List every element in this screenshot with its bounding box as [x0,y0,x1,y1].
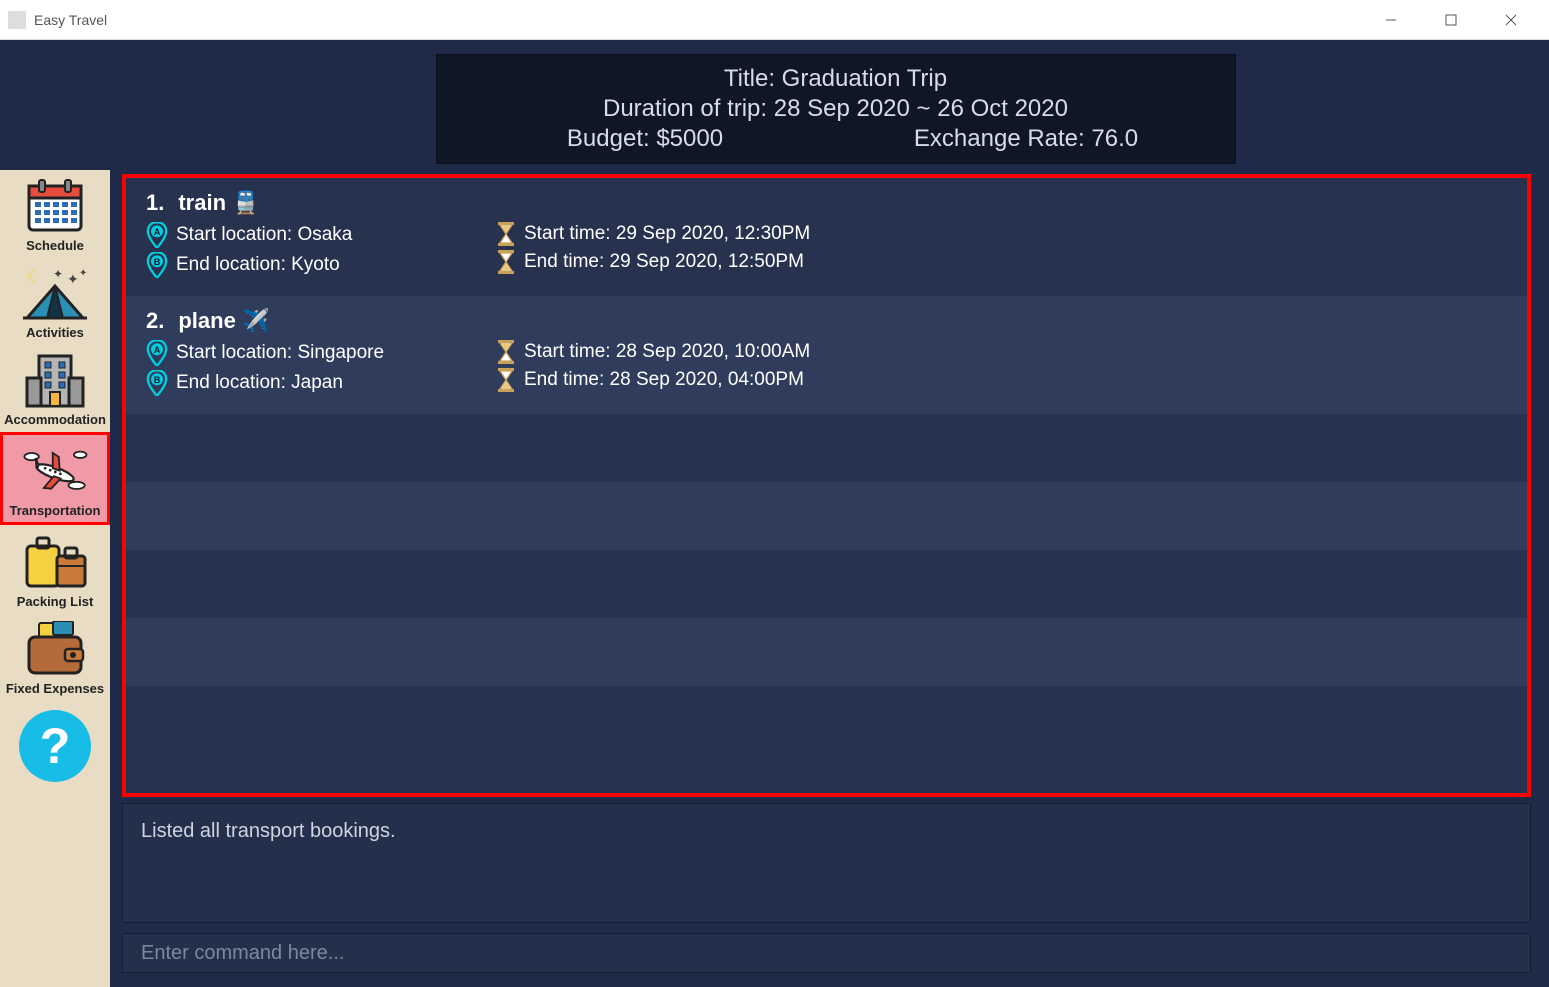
trip-duration: Duration of trip: 28 Sep 2020 ~ 26 Oct 2… [455,95,1217,123]
empty-row [126,550,1527,618]
svg-text:A: A [154,227,161,237]
end-time: End time: 28 Sep 2020, 04:00PM [524,369,804,391]
hourglass-start-icon [496,222,516,246]
wallet-icon [19,619,91,679]
pin-b-icon: B [146,252,168,278]
app-icon [8,11,26,29]
help-button[interactable]: ? [19,710,91,782]
pin-b-icon: B [146,370,168,396]
mode-emoji-icon: 🚆 [232,190,259,215]
window-title: Easy Travel [34,12,107,28]
hourglass-end-icon [496,250,516,274]
transport-item[interactable]: 1. train 🚆 A Start location: Osaka B End l… [126,178,1527,296]
start-location: Start location: Singapore [176,342,384,364]
titlebar: Easy Travel [0,0,1549,40]
start-time: Start time: 28 Sep 2020, 10:00AM [524,341,810,363]
pin-a-icon: A [146,340,168,366]
hourglass-start-icon [496,340,516,364]
svg-text:B: B [154,375,161,385]
item-mode: train 🚆 [178,190,259,216]
end-location: End location: Japan [176,372,343,394]
close-button[interactable] [1481,0,1541,40]
start-time: Start time: 29 Sep 2020, 12:30PM [524,223,810,245]
trip-header: Title: Graduation Trip Duration of trip:… [436,54,1236,164]
minimize-button[interactable] [1361,0,1421,40]
end-time: End time: 29 Sep 2020, 12:50PM [524,251,804,273]
empty-row [126,482,1527,550]
sidebar: Schedule ☾✦✦✦ Activities Accommodation T… [0,170,110,987]
sidebar-item-fixed-expenses[interactable]: Fixed Expenses [0,613,110,700]
svg-text:✦: ✦ [53,267,63,281]
sidebar-item-packing-list[interactable]: Packing List [0,526,110,613]
end-location: End location: Kyoto [176,254,340,276]
trip-title: Title: Graduation Trip [455,65,1217,93]
trip-exchange-rate: Exchange Rate: 76.0 [836,125,1217,153]
pin-a-icon: A [146,222,168,248]
svg-text:☾: ☾ [27,269,41,286]
sidebar-item-transportation[interactable]: Transportation [0,432,110,525]
start-location: Start location: Osaka [176,224,352,246]
hourglass-end-icon [496,368,516,392]
sidebar-item-label: Accommodation [4,412,106,427]
tent-icon: ☾✦✦✦ [19,263,91,323]
sidebar-item-schedule[interactable]: Schedule [0,170,110,257]
hotel-icon [19,350,91,410]
empty-row [126,414,1527,482]
empty-row [126,618,1527,686]
sidebar-item-label: Schedule [26,238,84,253]
maximize-button[interactable] [1421,0,1481,40]
sidebar-item-label: Fixed Expenses [6,681,104,696]
luggage-icon [19,532,91,592]
item-mode: plane ✈️ [178,308,269,334]
command-input[interactable] [122,933,1531,973]
sidebar-item-activities[interactable]: ☾✦✦✦ Activities [0,257,110,344]
sidebar-item-label: Packing List [17,594,94,609]
trip-budget: Budget: $5000 [455,125,836,153]
item-number: 1. [146,190,164,216]
sidebar-item-accommodation[interactable]: Accommodation [0,344,110,431]
svg-text:B: B [154,257,161,267]
mode-emoji-icon: ✈️ [242,308,269,333]
airplane-icon [19,441,91,501]
transport-item[interactable]: 2. plane ✈️ A Start location: Singapore B… [126,296,1527,414]
transport-list-panel: 1. train 🚆 A Start location: Osaka B End l… [122,174,1531,797]
svg-text:✦: ✦ [79,268,87,279]
item-number: 2. [146,308,164,334]
svg-text:A: A [154,345,161,355]
calendar-icon [19,176,91,236]
svg-text:✦: ✦ [67,271,79,287]
sidebar-item-label: Transportation [9,503,100,518]
sidebar-item-label: Activities [26,325,84,340]
status-message: Listed all transport bookings. [122,803,1531,923]
